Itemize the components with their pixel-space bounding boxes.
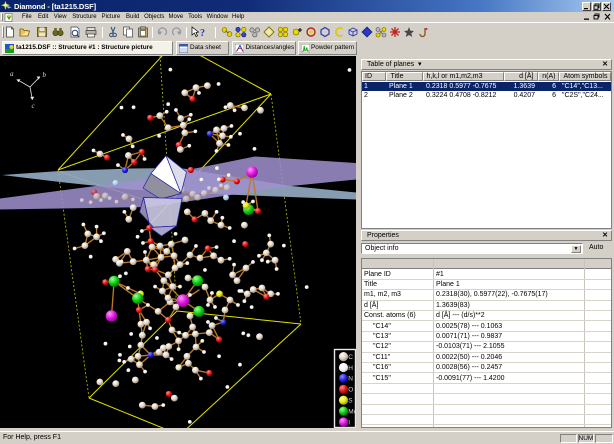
svg-text:?: ? [200,28,205,38]
svg-text:S: S [348,398,353,405]
svg-text:H: H [348,365,353,372]
svg-text:Mo: Mo [348,408,356,415]
svg-text:I: I [348,419,350,426]
svg-text:O: O [348,387,353,394]
svg-text:N: N [348,376,353,383]
svg-text:b: b [43,71,47,79]
svg-text:C: C [348,354,353,361]
svg-text:a: a [10,70,14,78]
svg-text:c: c [32,102,36,110]
